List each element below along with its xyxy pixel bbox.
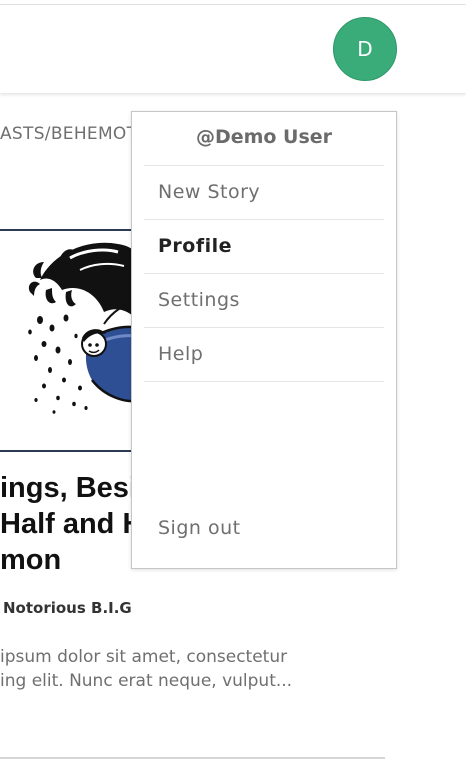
menu-divider [144, 165, 384, 166]
top-navbar: D [0, 5, 466, 93]
menu-item-help[interactable]: Help [158, 343, 203, 365]
user-dropdown-menu: @Demo User New Story Profile Settings He… [131, 111, 397, 569]
breadcrumb[interactable]: ASTS/BEHEMOTH [0, 124, 150, 144]
menu-divider [144, 327, 384, 328]
image-bottom-border [0, 450, 140, 452]
story-image[interactable] [0, 232, 140, 448]
story-divider [0, 757, 385, 759]
menu-item-settings[interactable]: Settings [158, 289, 240, 311]
page: D ASTS/BEHEMOTH ings, Besides Half and H… [0, 0, 466, 782]
dropdown-username: @Demo User [195, 126, 333, 148]
menu-item-sign-out[interactable]: Sign out [158, 517, 241, 539]
menu-divider [144, 219, 384, 220]
story-excerpt-line: ing elit. Nunc erat neque, vulput... [0, 671, 293, 691]
menu-item-profile[interactable]: Profile [158, 235, 232, 257]
menu-divider [144, 381, 384, 382]
user-avatar-button[interactable]: D [333, 17, 397, 81]
story-excerpt: ipsum dolor sit amet, consectetur ing el… [0, 645, 360, 693]
cartoon-splash-illustration-icon [28, 242, 140, 414]
menu-divider [144, 273, 384, 274]
story-author[interactable]: Notorious B.I.G [3, 599, 132, 617]
image-top-border [0, 229, 140, 231]
avatar-initial: D [357, 37, 373, 61]
story-excerpt-line: ipsum dolor sit amet, consectetur [0, 647, 288, 667]
menu-item-new-story[interactable]: New Story [158, 181, 260, 203]
